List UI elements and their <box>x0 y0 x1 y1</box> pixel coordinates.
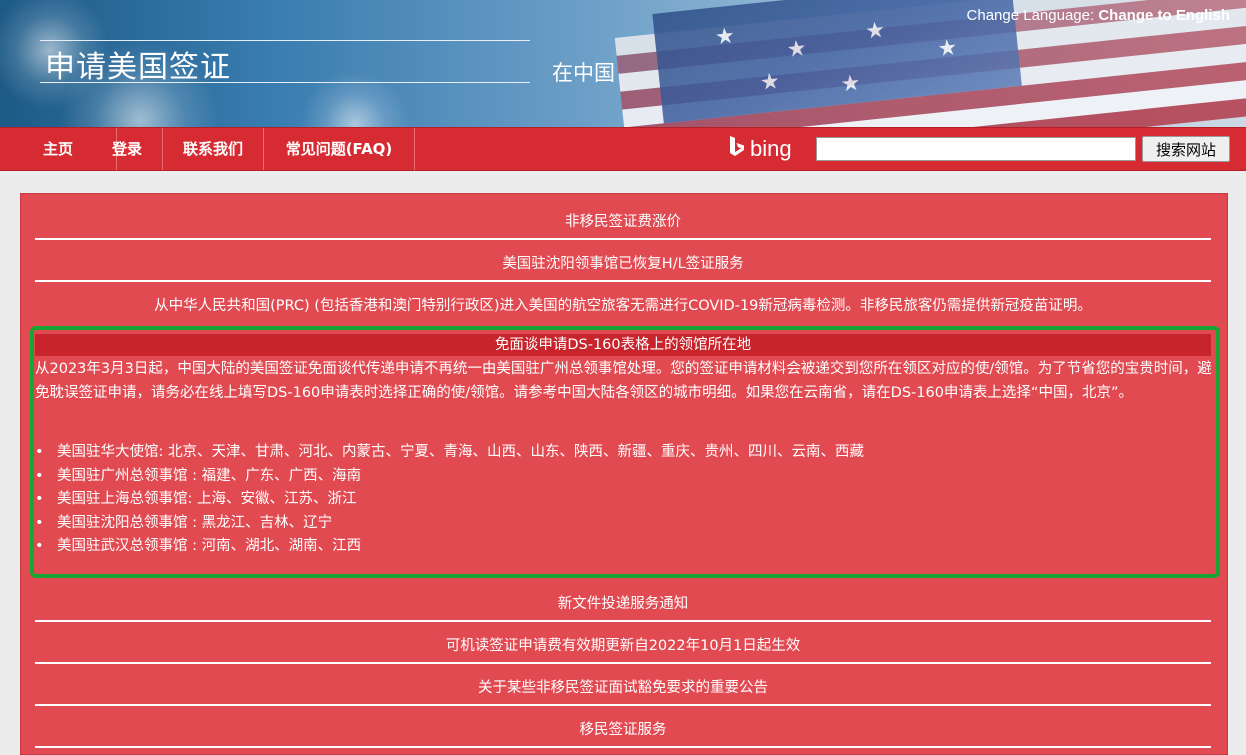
consular-district-list: 美国驻华大使馆: 北京、天津、甘肃、河北、内蒙古、宁夏、青海、山西、山东、陕西、… <box>35 441 1035 559</box>
bing-logo-icon <box>730 136 744 156</box>
notice-immigrant-visa[interactable]: 移民签证服务 <box>35 718 1211 739</box>
header-banner: ★ ★ ★ ★ ★ ★ 申请美国签证 在中国 Change Language: … <box>0 0 1246 127</box>
divider <box>35 280 1211 282</box>
bing-search-brand: bing <box>728 134 792 164</box>
language-label: Change Language: <box>966 7 1099 24</box>
firework-decoration <box>300 70 410 127</box>
notice-document-delivery[interactable]: 新文件投递服务通知 <box>35 592 1211 613</box>
divider <box>35 238 1211 240</box>
site-subtitle: 在中国 <box>552 61 615 85</box>
notice-interview-waiver[interactable]: 关于某些非移民签证面试豁免要求的重要公告 <box>35 676 1211 697</box>
nav-item-faq[interactable]: 常见问题(FAQ) <box>264 128 415 170</box>
notice-shenyang[interactable]: 美国驻沈阳领事馆已恢复H/L签证服务 <box>35 252 1211 273</box>
divider <box>35 746 1211 748</box>
bing-label: bing <box>750 136 792 161</box>
language-switcher: Change Language: Change to English <box>967 7 1230 24</box>
divider <box>35 704 1211 706</box>
notice-fee-increase[interactable]: 非移民签证费涨价 <box>35 210 1211 231</box>
nav-item-contact[interactable]: 联系我们 <box>163 128 264 170</box>
notice-ds160-body: 从2023年3月3日起，中国大陆的美国签证免面谈代传递申请不再统一由美国驻广州总… <box>35 361 1212 401</box>
search-site-button[interactable]: 搜索网站 <box>1142 136 1230 162</box>
list-item: 美国驻上海总领事馆: 上海、安徽、江苏、浙江 <box>35 488 1035 512</box>
site-title: 申请美国签证 <box>45 50 231 85</box>
list-item: 美国驻武汉总领事馆 : 河南、湖北、湖南、江西 <box>35 535 1035 559</box>
divider <box>35 662 1211 664</box>
title-rule-top <box>40 40 530 41</box>
title-rule-bottom <box>40 82 530 83</box>
nav-item-login[interactable]: 登录 <box>92 128 163 170</box>
divider <box>35 620 1211 622</box>
notice-mrv-fee[interactable]: 可机读签证申请费有效期更新自2022年10月1日起生效 <box>35 634 1211 655</box>
list-item: 美国驻广州总领事馆 : 福建、广东、广西、海南 <box>35 465 1035 489</box>
notice-covid[interactable]: 从中华人民共和国(PRC) (包括香港和澳门特别行政区)进入美国的航空旅客无需进… <box>35 294 1211 315</box>
search-input[interactable] <box>816 137 1136 161</box>
list-item: 美国驻沈阳总领事馆 : 黑龙江、吉林、辽宁 <box>35 512 1035 536</box>
list-item: 美国驻华大使馆: 北京、天津、甘肃、河北、内蒙古、宁夏、青海、山西、山东、陕西、… <box>35 441 1035 465</box>
change-language-link[interactable]: Change to English <box>1098 7 1230 24</box>
notice-panel: 非移民签证费涨价 美国驻沈阳领事馆已恢复H/L签证服务 从中华人民共和国(PRC… <box>20 193 1228 755</box>
notice-ds160-title[interactable]: 免面谈申请DS-160表格上的领馆所在地 <box>35 334 1211 356</box>
main-nav: 主页 登录 联系我们 常见问题(FAQ) bing 搜索网站 <box>0 127 1246 171</box>
